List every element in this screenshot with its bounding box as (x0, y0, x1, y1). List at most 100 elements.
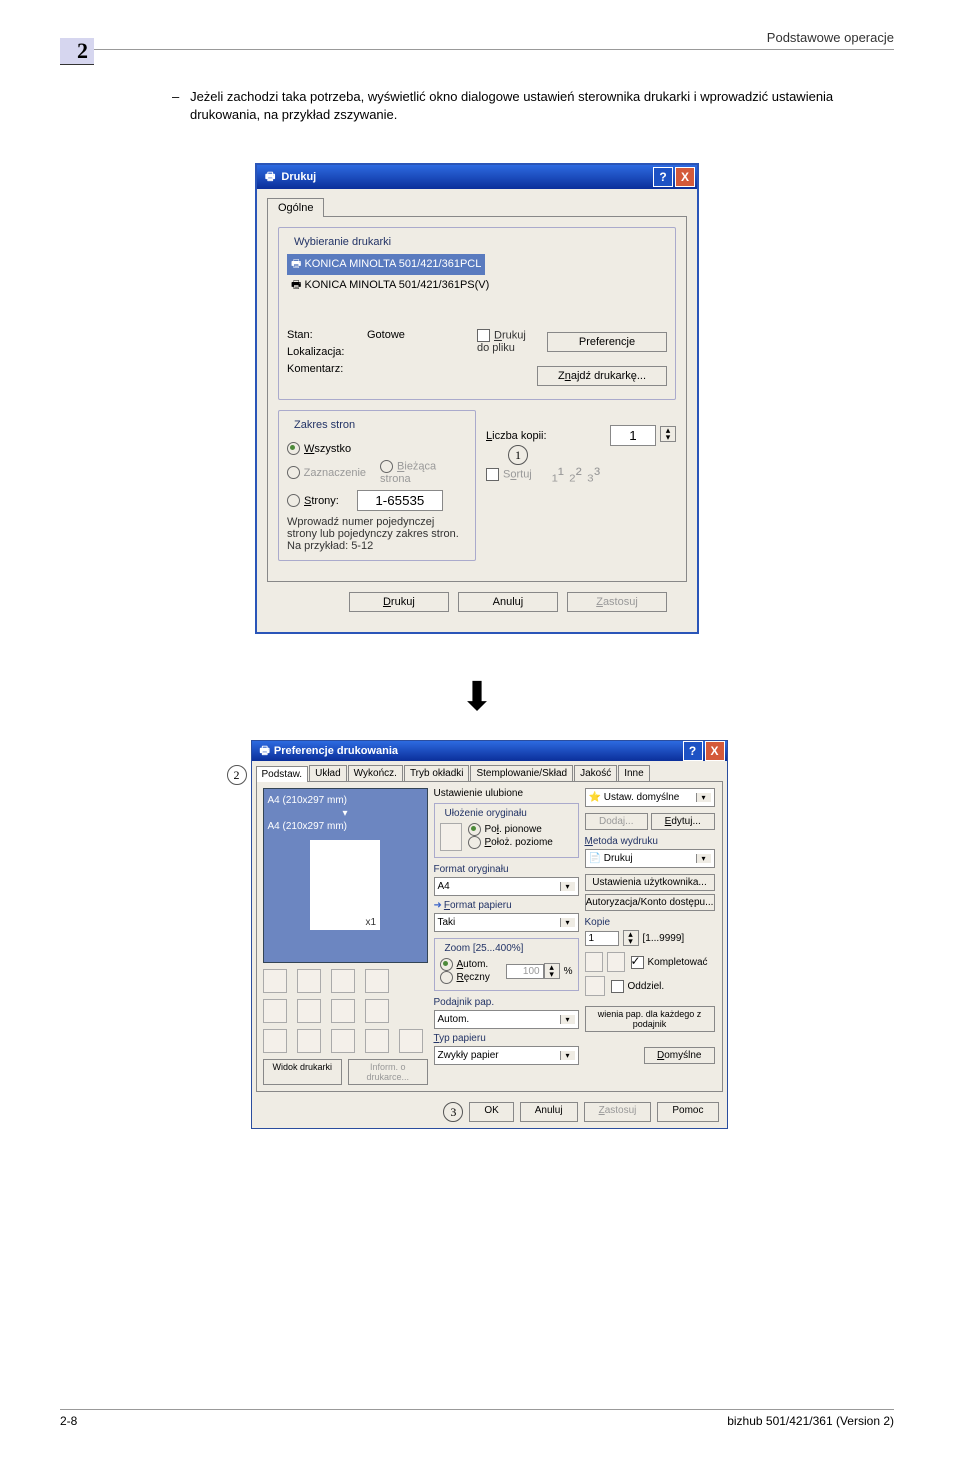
apply-button: Zastosuj (567, 592, 667, 612)
range-hint: Wprowadź numer pojedynczej strony lub po… (287, 516, 467, 552)
prefs-titlebar: 🖶 Preferencje drukowania ? X (252, 741, 727, 761)
preview-icon[interactable] (331, 1029, 355, 1053)
range-pages-radio[interactable] (287, 494, 300, 507)
footer-left: 2-8 (60, 1414, 77, 1428)
arrow-down-icon: ⬇ (60, 674, 894, 720)
cancel-button[interactable]: Anuluj (458, 592, 558, 612)
tab-finish[interactable]: Wykończ. (348, 765, 403, 781)
find-printer-button[interactable]: Znajdź drukarkę... (537, 366, 667, 386)
offset-checkbox[interactable] (611, 980, 624, 993)
tab-cover[interactable]: Tryb okładki (404, 765, 470, 781)
print-to-file-checkbox[interactable] (477, 329, 490, 342)
body-paragraph: – Jeżeli zachodzi taka potrzeba, wyświet… (190, 88, 894, 123)
preview-icon[interactable] (331, 999, 355, 1023)
preview-icon[interactable] (263, 1029, 287, 1053)
comment-label: Komentarz: (287, 363, 367, 375)
header-right: Podstawowe operacje (60, 30, 894, 45)
status-label: Stan: (287, 329, 367, 341)
zoom-manual-label: Ręczny (457, 972, 490, 983)
zoom-spinner: ▴▾ (544, 963, 560, 979)
preview-icon[interactable] (297, 1029, 321, 1053)
preview-icon[interactable] (297, 999, 321, 1023)
close-button[interactable]: X (675, 167, 695, 187)
print-dialog: 🖶 Drukuj ? X Ogólne Wybieranie drukarki … (255, 163, 699, 634)
printer-view-button[interactable]: Widok drukarki (263, 1059, 343, 1085)
printer-icon: 🖶 (265, 168, 275, 187)
preview-icon[interactable] (297, 969, 321, 993)
auth-button[interactable]: Autoryzacja/Konto dostępu... (585, 894, 715, 911)
tray-label: Podajnik pap. (434, 997, 579, 1008)
preview-icon[interactable] (399, 1029, 423, 1053)
preview-icon[interactable] (263, 999, 287, 1023)
orig-size-select[interactable]: A4▾ (434, 877, 579, 896)
close-button[interactable]: X (705, 741, 725, 761)
printer-item[interactable]: 🖶 KONICA MINOLTA 501/421/361PS(V) (287, 275, 667, 296)
preferences-dialog: 🖶 Preferencje drukowania ? X Podstaw. Uk… (251, 740, 728, 1129)
print-button[interactable]: Drukuj (349, 592, 449, 612)
favorites-select[interactable]: ⭐ Ustaw. domyślne▾ (585, 788, 715, 807)
status-value: Gotowe (367, 329, 405, 341)
preview-icon[interactable] (263, 969, 287, 993)
range-current-radio (380, 460, 393, 473)
preview-icon[interactable] (365, 1029, 389, 1053)
range-selection-label: Zaznaczenie (304, 467, 366, 479)
printer-group-legend: Wybieranie drukarki (291, 236, 394, 248)
copies-input[interactable] (610, 425, 656, 446)
copies-range: [1...9999] (643, 933, 685, 944)
copies-label: Kopie (585, 917, 715, 928)
cancel-button[interactable]: Anuluj (520, 1102, 578, 1122)
portrait-label: Poł. pionowe (485, 824, 542, 835)
tab-quality[interactable]: Jakość (574, 765, 617, 781)
zoom-manual-radio[interactable] (440, 971, 453, 984)
preview-icon[interactable] (365, 999, 389, 1023)
prefs-title: Preferencje drukowania (274, 745, 681, 757)
preferences-button[interactable]: Preferencje (547, 332, 667, 352)
method-select[interactable]: 📄 Drukuj▾ (585, 849, 715, 868)
callout-3: 3 (443, 1102, 463, 1122)
user-settings-button[interactable]: Ustawienia użytkownika... (585, 874, 715, 891)
preview-format-b: A4 (210x297 mm) (268, 821, 423, 832)
copies-label: Liczba kopii: (486, 430, 547, 442)
orig-size-label: Format oryginału (434, 864, 579, 875)
zoom-auto-label: Autom. (457, 959, 489, 970)
zoom-legend: Zoom [25...400%] (442, 943, 527, 954)
tab-general[interactable]: Ogólne (267, 198, 324, 217)
location-label: Lokalizacja: (287, 346, 367, 358)
tab-other[interactable]: Inne (618, 765, 649, 781)
dialog-title: Drukuj (281, 171, 651, 183)
paper-size-select[interactable]: Taki▾ (434, 913, 579, 932)
paper-per-tray-button[interactable]: wienia pap. dla każdego z podajnik (585, 1006, 715, 1032)
help-button[interactable]: ? (653, 167, 673, 187)
favorites-label: Ustawienie ulubione (434, 788, 524, 799)
copies-input[interactable]: 1 (585, 931, 619, 946)
fav-edit-button[interactable]: Edytuj... (651, 813, 715, 830)
tab-basic[interactable]: Podstaw. (256, 766, 309, 782)
preview-format-a: A4 (210x297 mm) (268, 795, 423, 806)
tab-layout[interactable]: Układ (309, 765, 347, 781)
range-all-radio[interactable] (287, 442, 300, 455)
collate-icon (607, 952, 625, 972)
help-button[interactable]: ? (683, 741, 703, 761)
printer-list[interactable]: 🖶 KONICA MINOLTA 501/421/361PCL 🖶 KONICA… (287, 254, 667, 324)
preview-icon[interactable] (365, 969, 389, 993)
tray-select[interactable]: Autom.▾ (434, 1010, 579, 1029)
copies-spinner[interactable]: ▴▾ (660, 426, 676, 442)
orientation-legend: Ułożenie oryginału (442, 808, 530, 819)
tab-stamp[interactable]: Stemplowanie/Skład (470, 765, 573, 781)
preview-icon[interactable] (331, 969, 355, 993)
range-all-label: Wszystko (304, 443, 351, 455)
help-button[interactable]: Pomoc (657, 1102, 718, 1122)
portrait-radio[interactable] (468, 823, 481, 836)
defaults-button[interactable]: Domyślne (644, 1047, 714, 1064)
printer-item-selected[interactable]: 🖶 KONICA MINOLTA 501/421/361PCL (287, 254, 485, 275)
method-label: Metoda wydruku (585, 836, 715, 847)
copies-spinner[interactable]: ▴▾ (623, 930, 639, 946)
ok-button[interactable]: OK (469, 1102, 513, 1122)
paper-type-select[interactable]: Zwykły papier▾ (434, 1046, 579, 1065)
paper-type-label: Typ papieru (434, 1033, 579, 1044)
collate-checkbox[interactable] (631, 956, 644, 969)
range-pages-input[interactable] (357, 490, 443, 511)
apply-button: Zastosuj (584, 1102, 652, 1122)
landscape-radio[interactable] (468, 836, 481, 849)
zoom-auto-radio[interactable] (440, 958, 453, 971)
